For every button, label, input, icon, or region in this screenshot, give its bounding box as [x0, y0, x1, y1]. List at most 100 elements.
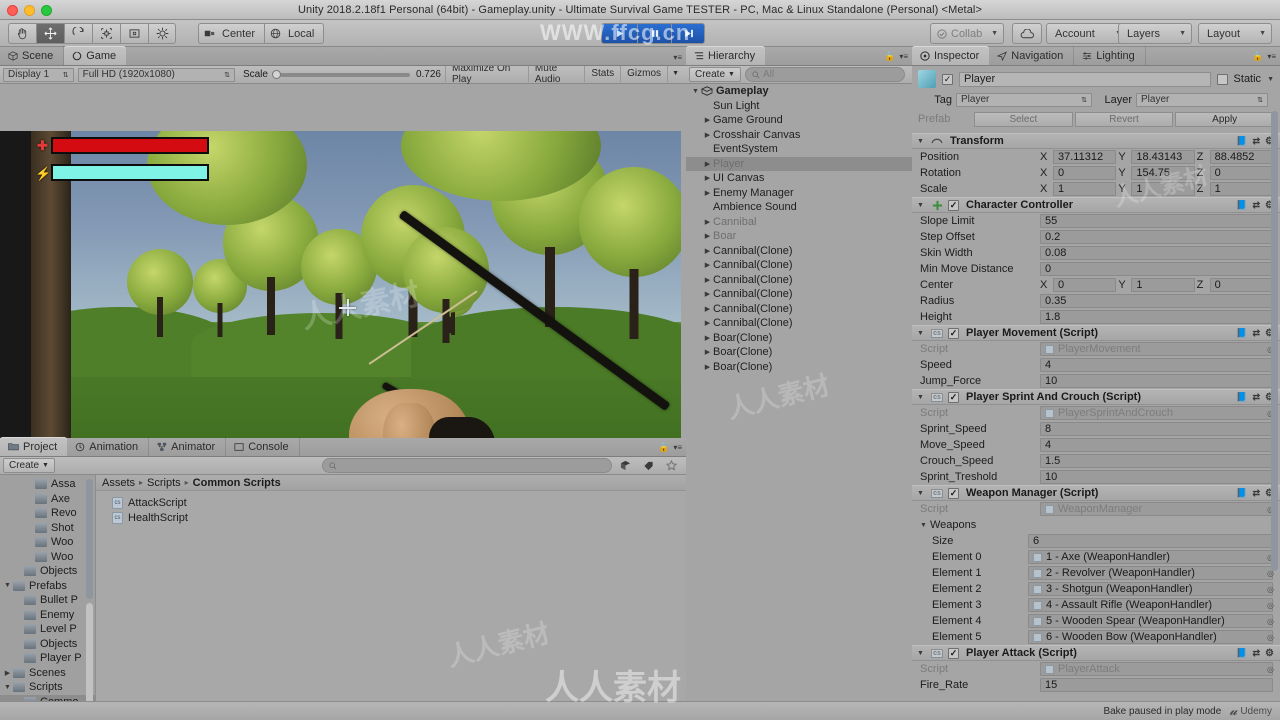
layout-button[interactable]: Layout ▼	[1198, 23, 1272, 44]
object-picker-icon[interactable]: ◎	[1267, 617, 1274, 626]
component-enabled-checkbox[interactable]: ✓	[948, 199, 959, 211]
chevron-right-icon[interactable]: ▶	[702, 290, 713, 298]
project-tree-item[interactable]: ▶ Scenes	[0, 666, 95, 681]
chevron-down-icon[interactable]: ▼	[2, 684, 13, 691]
project-tree-item[interactable]: Woo	[0, 535, 95, 550]
property-value[interactable]: 1.5	[1040, 454, 1273, 468]
property-row[interactable]: Min Move Distance 0	[912, 261, 1280, 277]
property-value-y[interactable]: 1	[1131, 182, 1195, 196]
property-row[interactable]: ScriptPlayerSprintAndCrouch◎	[912, 405, 1280, 421]
preset-icon[interactable]: ⇄	[1252, 392, 1260, 403]
property-row[interactable]: Sprint_Treshold 10	[912, 469, 1280, 485]
property-row[interactable]: ▼ Weapons	[912, 517, 1280, 533]
move-tool-button[interactable]	[36, 23, 64, 44]
panel-menu-icon[interactable]: ▾≡	[899, 52, 908, 61]
help-icon[interactable]: 📘	[1236, 488, 1247, 499]
project-tree-scrollbar-thumb[interactable]	[86, 479, 93, 599]
component-enabled-checkbox[interactable]: ✓	[948, 487, 959, 499]
space-mode-button[interactable]: Local	[264, 23, 325, 44]
hierarchy-item[interactable]: ▶ Boar(Clone)	[686, 331, 912, 346]
chevron-right-icon[interactable]: ▶	[702, 334, 713, 342]
hierarchy-item[interactable]: ▶ UI Canvas	[686, 171, 912, 186]
tag-dropdown[interactable]: Player ⇅	[956, 92, 1092, 107]
filter-label-icon[interactable]	[639, 458, 658, 474]
property-row[interactable]: Element 12 - Revolver (WeaponHandler) ◎	[912, 565, 1280, 581]
property-value[interactable]: 0	[1040, 262, 1273, 276]
property-row[interactable]: ScriptPlayerMovement◎	[912, 341, 1280, 357]
chevron-right-icon[interactable]: ▶	[702, 247, 713, 255]
inspector-scrollbar[interactable]	[1271, 111, 1278, 571]
component-header[interactable]: ▼ ✓ Character Controller 📘 ⇄ ⚙	[912, 197, 1280, 213]
chevron-right-icon[interactable]: ▶	[702, 218, 713, 226]
tab-inspector[interactable]: Inspector	[912, 46, 990, 65]
vector3-field[interactable]: X 37.11312 Y 18.43143 Z 88.4852	[1040, 150, 1273, 164]
property-value[interactable]: 55	[1040, 214, 1273, 228]
object-field[interactable]: 2 - Revolver (WeaponHandler)	[1028, 566, 1273, 580]
chevron-right-icon[interactable]: ▶	[702, 348, 713, 356]
chevron-right-icon[interactable]: ▶	[702, 189, 713, 197]
display-dropdown[interactable]: Display 1 ⇅	[3, 67, 74, 82]
scale-tool-button[interactable]	[92, 23, 120, 44]
chevron-right-icon[interactable]: ▶	[702, 116, 713, 124]
filter-type-icon[interactable]	[616, 458, 635, 474]
help-icon[interactable]: 📘	[1236, 136, 1247, 147]
property-value-z[interactable]: 1	[1209, 182, 1273, 196]
object-name-input[interactable]: Player	[959, 71, 1211, 87]
component-header[interactable]: ▼ cs ✓ Player Attack (Script) 📘 ⇄ ⚙	[912, 645, 1280, 661]
gizmos-dropdown[interactable]: ▼	[667, 65, 683, 82]
tab-project[interactable]: Project	[0, 437, 68, 456]
property-value[interactable]: 1.8	[1040, 310, 1273, 324]
property-value-y[interactable]: 1	[1131, 278, 1195, 292]
tab-game[interactable]: Game	[64, 46, 127, 65]
gear-icon[interactable]: ⚙	[1265, 648, 1274, 659]
hierarchy-item[interactable]: ▶ Cannibal(Clone)	[686, 273, 912, 288]
asset-list[interactable]: cs AttackScript cs HealthScript	[96, 491, 686, 525]
property-row[interactable]: ScriptWeaponManager◎	[912, 501, 1280, 517]
inspector-panel-controls[interactable]: 🔒 ▾≡	[1252, 51, 1276, 62]
chevron-right-icon[interactable]: ▶	[702, 232, 713, 240]
play-button[interactable]	[601, 23, 637, 44]
property-row[interactable]: Slope Limit 55	[912, 213, 1280, 229]
property-row[interactable]: Jump_Force 10	[912, 373, 1280, 389]
property-value-z[interactable]: 0	[1209, 166, 1273, 180]
layers-button[interactable]: Layers ▼	[1118, 23, 1192, 44]
help-icon[interactable]: 📘	[1236, 392, 1247, 403]
property-value[interactable]: 6	[1028, 534, 1273, 548]
property-row[interactable]: Element 01 - Axe (WeaponHandler)◎	[912, 549, 1280, 565]
project-tree-scrollbar-track[interactable]	[86, 603, 93, 713]
breadcrumb[interactable]: Assets ▸ Scripts ▸ Common Scripts	[96, 475, 686, 491]
transform-tool-button[interactable]	[148, 23, 176, 44]
component-enabled-checkbox[interactable]: ✓	[948, 327, 959, 339]
property-value[interactable]: 0.08	[1040, 246, 1273, 260]
rotate-tool-button[interactable]	[64, 23, 92, 44]
property-value-y[interactable]: 154.75	[1131, 166, 1195, 180]
panel-menu-icon[interactable]: ▾≡	[1267, 52, 1276, 61]
lock-icon[interactable]: 🔒	[1252, 51, 1263, 62]
property-row[interactable]: Element 3 4 - Assault Rifle (WeaponHandle…	[912, 597, 1280, 613]
chevron-right-icon[interactable]: ▶	[702, 305, 713, 313]
property-row[interactable]: Script PlayerAttack ◎	[912, 661, 1280, 677]
static-dropdown-icon[interactable]: ▼	[1267, 76, 1274, 83]
hierarchy-item[interactable]: ▶ Cannibal(Clone)	[686, 258, 912, 273]
pivot-mode-button[interactable]: Center	[198, 23, 265, 44]
property-row[interactable]: Speed 4	[912, 357, 1280, 373]
hierarchy-item[interactable]: ▶ Cannibal(Clone)	[686, 302, 912, 317]
asset-item[interactable]: cs AttackScript	[96, 495, 686, 510]
property-value[interactable]: 4	[1040, 438, 1273, 452]
project-tree-item[interactable]: Enemy	[0, 608, 95, 623]
hierarchy-item[interactable]: ▶ Crosshair Canvas	[686, 128, 912, 143]
property-row[interactable]: Crouch_Speed 1.5	[912, 453, 1280, 469]
lock-icon[interactable]: 🔒	[658, 442, 669, 453]
minimize-button[interactable]	[24, 5, 35, 16]
chevron-down-icon[interactable]: ▼	[917, 650, 927, 657]
scale-slider-handle[interactable]	[271, 70, 281, 79]
object-field[interactable]: 1 - Axe (WeaponHandler)	[1028, 550, 1273, 564]
maximize-button[interactable]	[41, 5, 52, 16]
chevron-right-icon[interactable]: ▶	[2, 669, 13, 677]
property-value[interactable]: 4	[1040, 358, 1273, 372]
property-value[interactable]: 15	[1040, 678, 1273, 692]
object-enabled-checkbox[interactable]: ✓	[942, 73, 953, 85]
chevron-right-icon[interactable]: ▶	[702, 160, 713, 168]
game-panel-menu[interactable]: ▾≡	[673, 53, 682, 62]
property-value[interactable]: 10	[1040, 470, 1273, 484]
